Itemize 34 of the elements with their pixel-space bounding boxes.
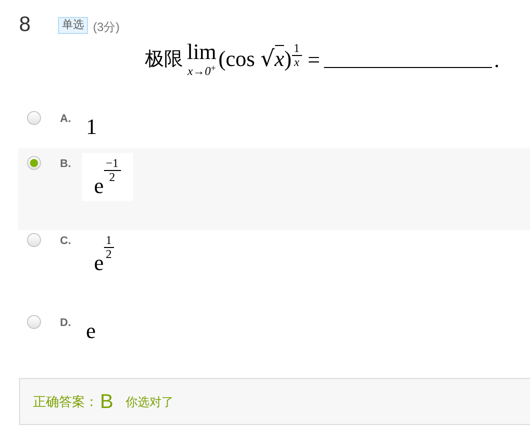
- option-base: e: [94, 252, 104, 274]
- question-number: 8: [19, 14, 32, 35]
- option-base: e: [94, 175, 104, 197]
- equals-sign: =: [308, 46, 320, 74]
- option-letter: B.: [60, 157, 72, 172]
- option-row[interactable]: A. 1: [18, 108, 530, 148]
- option-letter: A.: [60, 112, 72, 127]
- exponent-denominator: 2: [109, 171, 116, 184]
- radio-button[interactable]: [27, 315, 41, 329]
- option-letter: D.: [60, 316, 72, 331]
- type-badge: 单选: [58, 17, 88, 34]
- exponent-numerator: 1: [104, 234, 114, 248]
- exponent-numerator: 1: [292, 42, 302, 56]
- score-text: (3分): [93, 19, 120, 36]
- option-row[interactable]: C. e 1 2: [18, 230, 530, 312]
- option-letter: C.: [60, 234, 72, 249]
- radio-button[interactable]: [27, 233, 41, 247]
- result-verdict: 你选对了: [125, 394, 174, 410]
- result-label: 正确答案：: [33, 392, 98, 411]
- formula-base: (cos √x): [218, 44, 292, 74]
- limit-operator: lim: [187, 41, 216, 63]
- limit-subscript: x→0$^{+}$: [187, 65, 216, 77]
- radio-button[interactable]: [27, 156, 41, 170]
- exponent-denominator: x: [294, 56, 300, 69]
- option-value: e: [86, 318, 96, 343]
- exponent-numerator: −1: [104, 157, 121, 171]
- option-value: 1: [86, 114, 97, 139]
- exponent-denominator: 2: [106, 248, 112, 261]
- formula-prefix: 极限: [145, 46, 183, 72]
- selected-option-row[interactable]: B. e −1 2: [18, 148, 530, 230]
- correct-answer: B: [100, 390, 114, 414]
- formula-period: .: [494, 46, 500, 74]
- option-row[interactable]: D. e: [18, 312, 530, 346]
- radio-button[interactable]: [27, 111, 41, 125]
